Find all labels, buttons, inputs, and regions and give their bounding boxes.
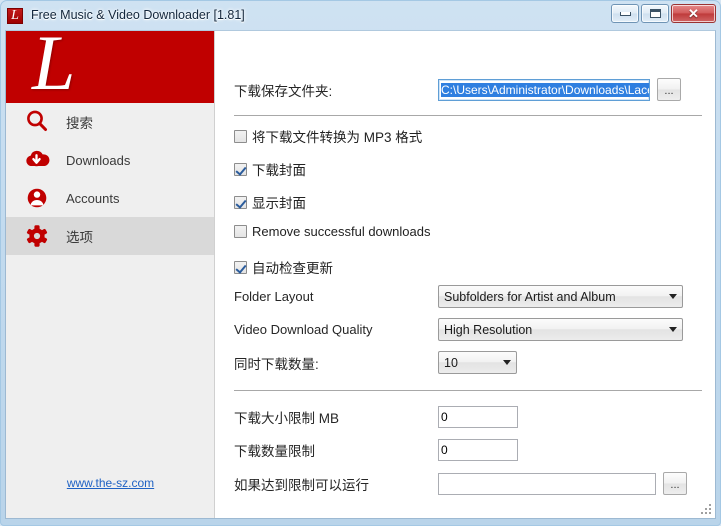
simultaneous-downloads-label: 同时下载数量: bbox=[234, 356, 319, 372]
checkbox-row-download-cover: 下载封面 bbox=[216, 159, 715, 179]
sidebar-item-label: 选项 bbox=[66, 230, 93, 245]
chevron-down-icon bbox=[669, 327, 677, 332]
download-folder-value: C:\Users\Administrator\Downloads\Lacey\ bbox=[441, 82, 649, 97]
count-limit-input[interactable]: 0 bbox=[438, 439, 518, 461]
video-quality-label: Video Download Quality bbox=[234, 322, 373, 337]
checkbox-box bbox=[234, 260, 247, 274]
simultaneous-downloads-value: 10 bbox=[444, 355, 458, 370]
cloud-download-icon bbox=[22, 145, 52, 175]
search-icon bbox=[22, 107, 52, 137]
checkbox-show-cover[interactable]: 显示封面 bbox=[216, 192, 306, 212]
checkbox-box bbox=[234, 195, 247, 209]
checkbox-box bbox=[234, 225, 247, 238]
folder-layout-label: Folder Layout bbox=[234, 289, 314, 304]
checkbox-box bbox=[234, 129, 247, 143]
checkbox-remove-successful-downloads[interactable]: Remove successful downloads bbox=[216, 224, 430, 239]
close-icon: ✕ bbox=[688, 6, 699, 21]
checkbox-label: Remove successful downloads bbox=[252, 224, 431, 239]
app-logo-letter: L bbox=[11, 7, 19, 23]
folder-layout-value: Subfolders for Artist and Album bbox=[444, 289, 616, 304]
sidebar-item-downloads[interactable]: Downloads bbox=[6, 141, 214, 179]
checkbox-label: 显示封面 bbox=[252, 196, 306, 211]
video-quality-value: High Resolution bbox=[444, 322, 533, 337]
sidebar-item-label: 搜索 bbox=[66, 116, 93, 131]
sidebar-item-label: Downloads bbox=[66, 152, 131, 168]
checkbox-label: 将下载文件转换为 MP3 格式 bbox=[252, 130, 423, 145]
sidebar-item-options[interactable]: 选项 bbox=[6, 217, 214, 255]
maximize-button[interactable] bbox=[641, 4, 669, 23]
app-logo-icon: L bbox=[7, 7, 23, 24]
chevron-down-icon bbox=[669, 294, 677, 299]
minimize-icon bbox=[619, 11, 631, 16]
chevron-down-icon bbox=[503, 360, 511, 365]
count-limit-row: 下载数量限制 0 bbox=[216, 439, 715, 461]
size-limit-row: 下载大小限制 MB 0 bbox=[216, 406, 715, 428]
sidebar-item-search[interactable]: 搜索 bbox=[6, 103, 214, 141]
website-link[interactable]: www.the-sz.com bbox=[67, 476, 154, 490]
download-folder-input[interactable]: C:\Users\Administrator\Downloads\Lacey\ bbox=[438, 78, 650, 101]
separator-top bbox=[234, 115, 702, 116]
folder-layout-row: Folder Layout Subfolders for Artist and … bbox=[216, 285, 715, 308]
client-area: L 搜索 Downloads Accounts 选项 www.the-sz.co… bbox=[5, 30, 716, 519]
video-quality-row: Video Download Quality High Resolution bbox=[216, 318, 715, 341]
run-on-limit-label: 如果达到限制可以运行 bbox=[234, 477, 369, 493]
folder-layout-select[interactable]: Subfolders for Artist and Album bbox=[438, 285, 683, 308]
simultaneous-downloads-select[interactable]: 10 bbox=[438, 351, 517, 374]
size-limit-label: 下载大小限制 MB bbox=[234, 411, 340, 426]
checkbox-auto-check-update[interactable]: 自动检查更新 bbox=[216, 257, 333, 277]
application-window: L Free Music & Video Downloader [1.81] ✕… bbox=[0, 0, 721, 526]
checkbox-row-auto-update: 自动检查更新 bbox=[216, 257, 715, 277]
download-folder-browse-button[interactable]: ... bbox=[657, 78, 681, 101]
maximize-icon bbox=[649, 9, 661, 18]
sidebar-item-accounts[interactable]: Accounts bbox=[6, 179, 214, 217]
brand-logo-letter: L bbox=[32, 31, 75, 103]
simultaneous-downloads-row: 同时下载数量: 10 bbox=[216, 351, 715, 374]
checkbox-label: 下载封面 bbox=[252, 163, 306, 178]
user-account-icon bbox=[22, 183, 52, 213]
checkbox-convert-mp3[interactable]: 将下载文件转换为 MP3 格式 bbox=[216, 126, 422, 146]
sidebar-item-label: Accounts bbox=[66, 190, 120, 206]
gear-icon bbox=[22, 221, 52, 251]
download-folder-label: 下载保存文件夹: bbox=[234, 83, 333, 99]
website-link-container: www.the-sz.com bbox=[6, 474, 215, 492]
count-limit-label: 下载数量限制 bbox=[234, 444, 315, 459]
video-quality-select[interactable]: High Resolution bbox=[438, 318, 683, 341]
checkbox-row-show-cover: 显示封面 bbox=[216, 192, 715, 212]
checkbox-row-remove-successful: Remove successful downloads bbox=[216, 224, 715, 239]
resize-grip[interactable] bbox=[701, 504, 713, 516]
separator-bottom bbox=[234, 390, 702, 391]
run-on-limit-input[interactable] bbox=[438, 472, 656, 495]
checkbox-box bbox=[234, 162, 247, 176]
run-on-limit-row: 如果达到限制可以运行 ... bbox=[216, 472, 715, 495]
window-title: Free Music & Video Downloader [1.81] bbox=[31, 8, 245, 22]
title-bar[interactable]: L Free Music & Video Downloader [1.81] ✕ bbox=[0, 0, 721, 30]
window-controls: ✕ bbox=[611, 4, 716, 23]
run-on-limit-browse-button[interactable]: ... bbox=[663, 472, 687, 495]
checkbox-download-cover[interactable]: 下载封面 bbox=[216, 159, 306, 179]
checkbox-row-convert-mp3: 将下载文件转换为 MP3 格式 bbox=[216, 126, 715, 146]
checkbox-label: 自动检查更新 bbox=[252, 261, 333, 276]
sidebar: L 搜索 Downloads Accounts 选项 www.the-sz.co… bbox=[6, 31, 215, 518]
download-folder-row: 下载保存文件夹: C:\Users\Administrator\Download… bbox=[216, 78, 715, 101]
size-limit-input[interactable]: 0 bbox=[438, 406, 518, 428]
minimize-button[interactable] bbox=[611, 4, 639, 23]
options-pane: 下载保存文件夹: C:\Users\Administrator\Download… bbox=[216, 31, 715, 518]
close-button[interactable]: ✕ bbox=[671, 4, 716, 23]
sidebar-logo-panel: L bbox=[6, 31, 214, 103]
